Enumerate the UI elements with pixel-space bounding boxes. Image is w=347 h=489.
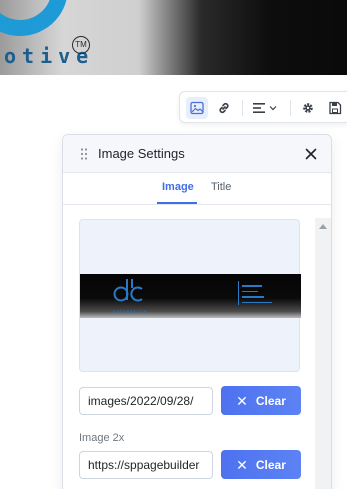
scrollbar[interactable] [315, 218, 331, 489]
element-toolbar [179, 91, 347, 123]
image-settings-panel: Image Settings Image Title automotive im… [62, 134, 332, 489]
clear-image-button[interactable]: ✕ Clear [221, 386, 301, 415]
save-icon [329, 101, 342, 115]
link-icon [219, 102, 229, 114]
drag-handle-icon[interactable] [79, 147, 89, 161]
panel-tabs: Image Title [63, 173, 331, 205]
preview-tagline-lines [238, 281, 278, 305]
preview-logo-icon [113, 279, 143, 302]
close-icon[interactable] [303, 146, 319, 162]
panel-header: Image Settings [63, 135, 331, 173]
toolbar-divider [290, 100, 291, 116]
trademark-badge: TM [72, 36, 90, 54]
align-dropdown-button[interactable] [248, 97, 282, 119]
panel-body: automotive images/2022/09/28/ ✕ Clear Im… [63, 206, 331, 489]
header-banner: otive TM [0, 0, 347, 75]
image-settings-button[interactable] [186, 97, 208, 119]
tab-image[interactable]: Image [162, 181, 194, 193]
clear-button-label: Clear [255, 393, 286, 408]
scroll-up-arrow-icon[interactable] [319, 224, 327, 229]
toolbar-divider [242, 100, 243, 116]
preview-logo-subtext: automotive [113, 309, 148, 314]
clear-image-2x-button[interactable]: ✕ Clear [221, 450, 301, 479]
settings-button[interactable] [297, 97, 319, 119]
clear-button-label: Clear [255, 457, 286, 472]
panel-title: Image Settings [98, 146, 185, 161]
chevron-down-icon [269, 106, 277, 111]
preview-image: automotive [80, 274, 301, 318]
tab-title[interactable]: Title [211, 181, 231, 193]
image-2x-url-input[interactable]: https://sppagebuilder [79, 451, 213, 479]
active-tab-indicator [157, 202, 197, 204]
image-2x-label: Image 2x [79, 432, 125, 444]
link-button[interactable] [213, 97, 235, 119]
close-icon: ✕ [236, 456, 248, 473]
image-icon [190, 101, 204, 115]
image-preview[interactable]: automotive [79, 219, 301, 372]
save-button[interactable] [324, 97, 346, 119]
image-url-input[interactable]: images/2022/09/28/ [79, 387, 213, 415]
close-icon: ✕ [236, 392, 248, 409]
gear-icon [303, 103, 313, 113]
align-icon [253, 103, 265, 113]
